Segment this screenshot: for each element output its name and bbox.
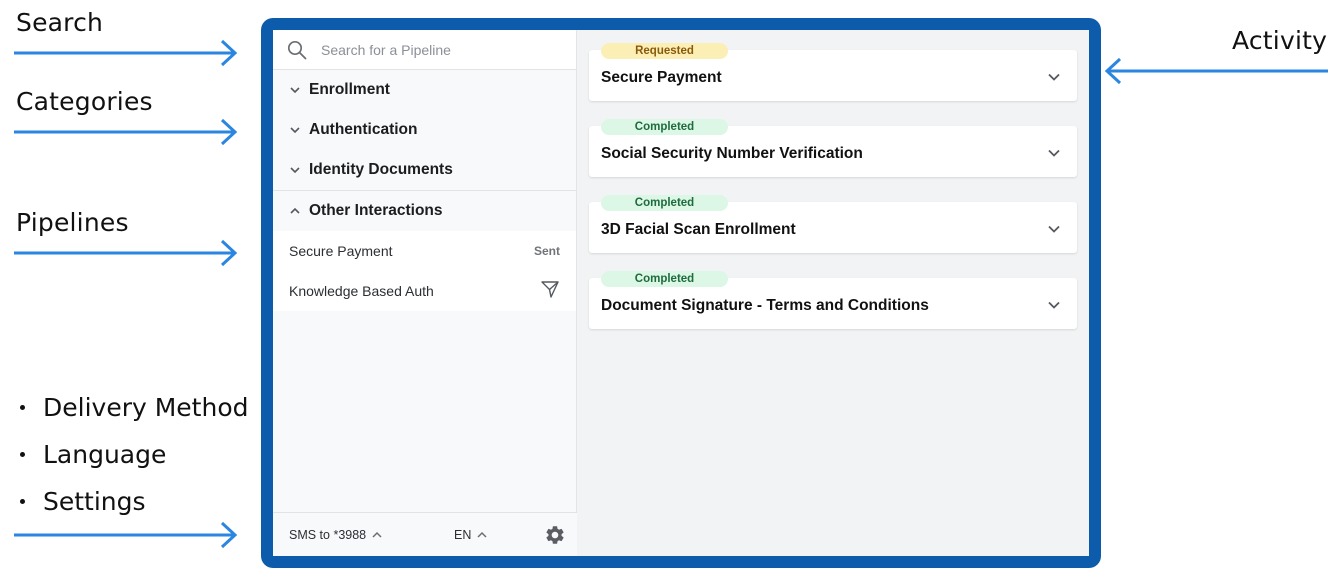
delivery-method-selector[interactable]: SMS to *3988: [289, 528, 383, 542]
annotation-bullet: Delivery Method: [16, 384, 248, 431]
chevron-down-icon[interactable]: [1047, 222, 1061, 236]
chevron-down-icon[interactable]: [1047, 146, 1061, 160]
chevron-down-icon[interactable]: [1047, 298, 1061, 312]
send-icon: [541, 280, 559, 298]
delivery-method-label: SMS to *3988: [289, 527, 367, 542]
pipeline-name: Knowledge Based Auth: [289, 283, 434, 299]
status-badge-completed: Completed: [601, 271, 728, 287]
pipeline-item-knowledge-based-auth[interactable]: Knowledge Based Auth: [273, 271, 576, 311]
annotation-activity-arrow: [1104, 57, 1328, 85]
chevron-down-icon: [290, 87, 300, 94]
app-screen: Enrollment Authentication Identity Docum…: [273, 30, 1089, 556]
annotation-bullet: Settings: [16, 478, 248, 525]
activity-title: Secure Payment: [601, 69, 722, 86]
category-label: Identity Documents: [309, 161, 453, 178]
status-badge-completed: Completed: [601, 195, 728, 211]
pipeline-status-sent: Sent: [533, 244, 560, 258]
chevron-down-icon[interactable]: [1047, 70, 1061, 84]
annotation-bullet: Language: [16, 431, 248, 478]
chevron-up-icon: [477, 531, 487, 538]
category-label: Other Interactions: [309, 202, 443, 219]
chevron-up-icon: [290, 207, 300, 214]
device-frame: Enrollment Authentication Identity Docum…: [261, 18, 1101, 568]
category-label: Enrollment: [309, 81, 390, 98]
chevron-up-icon: [372, 531, 382, 538]
search-input[interactable]: [321, 41, 561, 58]
activity-card-document-signature[interactable]: Completed Document Signature - Terms and…: [589, 271, 1077, 329]
pipeline-item-secure-payment[interactable]: Secure Payment Sent: [273, 231, 576, 271]
chevron-down-icon: [290, 127, 300, 134]
search-bar: [273, 30, 576, 70]
activity-card-ssn-verification[interactable]: Completed Social Security Number Verific…: [589, 119, 1077, 177]
status-badge-completed: Completed: [601, 119, 728, 135]
annotation-pipelines-arrow: [14, 239, 238, 267]
send-button[interactable]: [540, 279, 560, 304]
activity-title: Document Signature - Terms and Condition…: [601, 297, 929, 314]
annotation-search-arrow: [14, 39, 238, 67]
annotation-activity-label: Activity: [1232, 26, 1328, 55]
annotation-bullet-text: Language: [43, 440, 167, 469]
annotation-categories-arrow: [14, 118, 238, 146]
annotation-bullet-text: Delivery Method: [43, 393, 249, 422]
annotation-bullet-text: Settings: [43, 487, 146, 516]
sidebar: Enrollment Authentication Identity Docum…: [273, 30, 577, 556]
activity-title: Social Security Number Verification: [601, 145, 863, 162]
activity-card-secure-payment[interactable]: Requested Secure Payment: [589, 43, 1077, 101]
activity-title: 3D Facial Scan Enrollment: [601, 221, 796, 238]
category-other-interactions[interactable]: Other Interactions: [273, 191, 576, 231]
pipeline-name: Secure Payment: [289, 243, 393, 259]
search-icon: [287, 40, 307, 59]
gear-icon[interactable]: [544, 524, 566, 546]
category-enrollment[interactable]: Enrollment: [273, 70, 576, 110]
annotation-categories-label: Categories: [16, 87, 153, 116]
category-label: Authentication: [309, 121, 418, 138]
category-identity-documents[interactable]: Identity Documents: [273, 150, 576, 190]
annotation-bullet-list: Delivery Method Language Settings: [16, 384, 248, 525]
language-selector[interactable]: EN: [454, 528, 488, 542]
annotation-pipelines-label: Pipelines: [16, 208, 129, 237]
language-label: EN: [454, 527, 472, 542]
status-badge-requested: Requested: [601, 43, 728, 59]
activity-card-facial-scan[interactable]: Completed 3D Facial Scan Enrollment: [589, 195, 1077, 253]
annotation-footer-arrow: [14, 521, 238, 549]
annotation-search-label: Search: [16, 8, 104, 37]
sidebar-footer: SMS to *3988 EN: [273, 512, 577, 556]
category-authentication[interactable]: Authentication: [273, 110, 576, 150]
chevron-down-icon: [290, 167, 300, 174]
